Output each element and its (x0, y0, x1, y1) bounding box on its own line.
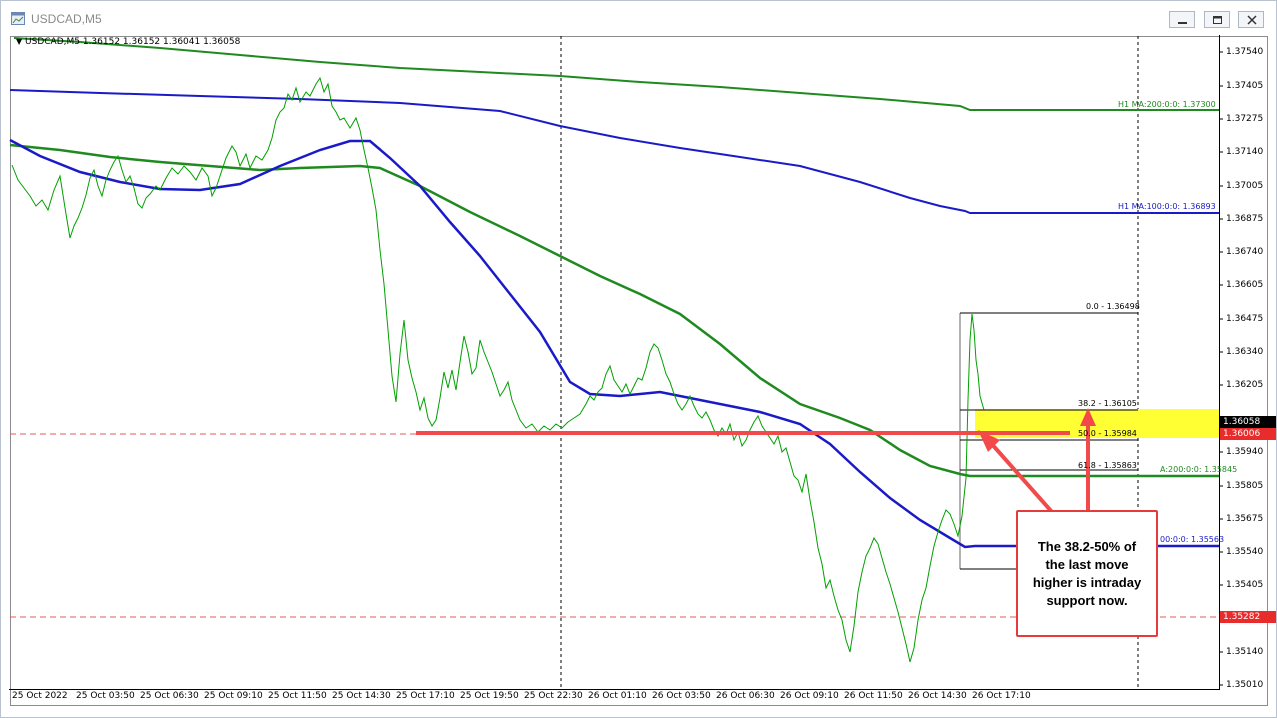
price-label: 1.36475 (1226, 314, 1264, 324)
price-label: 1.36605 (1226, 280, 1264, 290)
price-label: 1.36340 (1226, 347, 1264, 357)
time-label: 25 Oct 17:10 (396, 691, 455, 701)
price-label: 1.35540 (1226, 547, 1264, 557)
price-label: 1.36875 (1226, 214, 1264, 224)
time-label: 26 Oct 14:30 (908, 691, 967, 701)
callout-arrow-up (1080, 408, 1096, 510)
callout-line: support now. (1046, 592, 1128, 608)
time-label: 25 Oct 22:30 (524, 691, 583, 701)
collapse-triangle-icon[interactable]: ▼ (16, 37, 22, 46)
chart-info: ▼ USDCAD,M5 1.36152 1.36152 1.36041 1.36… (16, 37, 240, 47)
annotation-callout[interactable]: The 38.2-50% of the last move higher is … (1016, 510, 1158, 637)
time-label: 26 Oct 11:50 (844, 691, 903, 701)
fibo-level-61: 61.8 - 1.35863 (1078, 461, 1137, 470)
fibo-level-0: 0.0 - 1.36498 (1086, 302, 1140, 311)
time-label: 25 Oct 11:50 (268, 691, 327, 701)
callout-line: The 38.2-50% of (1037, 538, 1137, 554)
time-label: 25 Oct 06:30 (140, 691, 199, 701)
time-label: 25 Oct 14:30 (332, 691, 391, 701)
price-label: 1.35140 (1226, 647, 1264, 657)
fibo-level-38: 38.2 - 1.36105 (1078, 399, 1137, 408)
price-label: 1.35940 (1226, 447, 1264, 457)
price-label: 1.36205 (1226, 380, 1264, 390)
h1-ma200-line[interactable] (13, 37, 1219, 111)
price-label: 1.37275 (1226, 114, 1264, 124)
low-price-tag: 1.35282 (1220, 611, 1276, 623)
time-label: 25 Oct 03:50 (76, 691, 135, 701)
time-label: 26 Oct 06:30 (716, 691, 775, 701)
time-axis-divider (9, 689, 1220, 690)
price-label: 1.37140 (1226, 147, 1264, 157)
ma100-label: 00:0:0: 1.35563 (1160, 535, 1225, 544)
time-label: 26 Oct 17:10 (972, 691, 1031, 701)
ma200-label: A:200:0:0: 1.35845 (1160, 465, 1238, 474)
time-label: 26 Oct 01:10 (588, 691, 647, 701)
time-label: 25 Oct 19:50 (460, 691, 519, 701)
callout-arrow-left (978, 430, 1054, 514)
time-label: 25 Oct 09:10 (204, 691, 263, 701)
price-label: 1.36740 (1226, 247, 1264, 257)
support-price-tag: 1.36006 (1220, 428, 1276, 440)
price-label: 1.35010 (1226, 680, 1264, 690)
price-label: 1.35405 (1226, 580, 1264, 590)
callout-line: the last move (1045, 556, 1129, 572)
price-label: 1.35805 (1226, 481, 1264, 491)
symbol-ohlc: USDCAD,M5 1.36152 1.36152 1.36041 1.3605… (25, 37, 241, 47)
time-label: 25 Oct 2022 (12, 691, 68, 701)
fibo-level-50: 50.0 - 1.35984 (1078, 429, 1137, 438)
time-label: 26 Oct 09:10 (780, 691, 839, 701)
price-label: 1.37005 (1226, 181, 1264, 191)
h1-ma100-label: H1 MA:100:0:0: 1.36893 (1118, 202, 1216, 211)
h1-ma100-line[interactable] (9, 89, 1219, 214)
bid-price-tag: 1.36058 (1220, 416, 1276, 428)
h1-ma200-label: H1 MA:200:0:0: 1.37300 (1118, 100, 1216, 109)
price-label: 1.37540 (1226, 47, 1264, 57)
callout-line: higher is intraday (1032, 574, 1142, 590)
ma100-line[interactable] (9, 138, 1219, 549)
price-label: 1.35675 (1226, 514, 1264, 524)
time-label: 26 Oct 03:50 (652, 691, 711, 701)
price-series[interactable] (11, 76, 985, 663)
price-label: 1.37405 (1226, 81, 1264, 91)
price-axis-divider (1219, 35, 1220, 690)
